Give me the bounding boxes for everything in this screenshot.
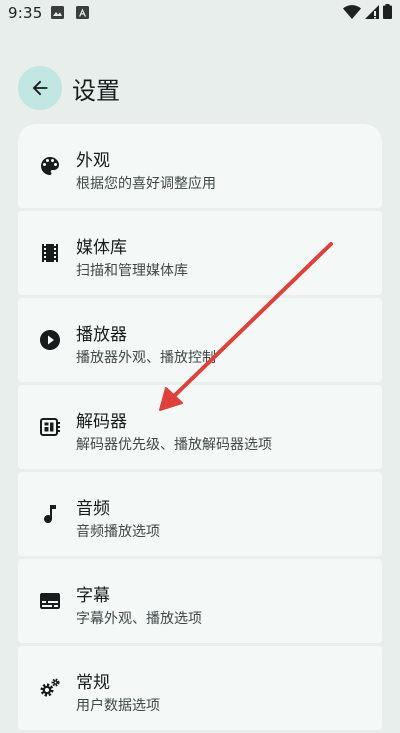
play-circle-icon xyxy=(40,330,60,350)
status-right-icons xyxy=(343,4,392,19)
item-title: 解码器 xyxy=(76,412,127,432)
subtitles-icon xyxy=(40,593,60,609)
item-subtitle: 播放器外观、播放控制 xyxy=(76,350,216,366)
settings-item-player[interactable]: 播放器 播放器外观、播放控制 xyxy=(18,298,382,382)
battery-icon xyxy=(383,4,392,19)
text-a-icon xyxy=(76,6,89,19)
item-title: 外观 xyxy=(76,151,110,171)
music-note-icon xyxy=(44,505,56,524)
arrow-back-icon xyxy=(32,80,48,96)
decoder-chip-icon xyxy=(40,418,60,436)
palette-icon xyxy=(41,157,59,175)
status-time: 9:35 xyxy=(8,4,43,22)
item-subtitle: 根据您的喜好调整应用 xyxy=(76,176,216,192)
item-subtitle: 音频播放选项 xyxy=(76,524,160,540)
film-strip-icon xyxy=(42,244,58,262)
settings-item-media-library[interactable]: 媒体库 扫描和管理媒体库 xyxy=(18,211,382,295)
settings-item-audio[interactable]: 音频 音频播放选项 xyxy=(18,472,382,556)
settings-item-general[interactable]: 常规 用户数据选项 xyxy=(18,646,382,730)
signal-icon xyxy=(365,4,379,19)
settings-list: 外观 根据您的喜好调整应用 媒体库 扫描和管理媒体库 播放器 播放器外观、播放控… xyxy=(18,124,382,733)
settings-item-appearance[interactable]: 外观 根据您的喜好调整应用 xyxy=(18,124,382,208)
item-subtitle: 字幕外观、播放选项 xyxy=(76,611,202,627)
image-icon xyxy=(51,6,64,19)
top-app-bar: 设置 xyxy=(18,66,120,110)
back-button[interactable] xyxy=(18,66,62,110)
item-title: 字幕 xyxy=(76,586,110,606)
wifi-icon xyxy=(343,4,361,19)
item-title: 播放器 xyxy=(76,325,127,345)
item-subtitle: 用户数据选项 xyxy=(76,698,160,714)
gears-icon xyxy=(40,678,60,697)
item-subtitle: 解码器优先级、播放解码器选项 xyxy=(76,437,272,453)
item-title: 常规 xyxy=(76,673,110,693)
item-title: 音频 xyxy=(76,499,110,519)
status-bar: 9:35 xyxy=(0,0,400,28)
item-title: 媒体库 xyxy=(76,238,127,258)
settings-item-subtitles[interactable]: 字幕 字幕外观、播放选项 xyxy=(18,559,382,643)
item-subtitle: 扫描和管理媒体库 xyxy=(76,263,188,279)
page-title: 设置 xyxy=(72,76,120,105)
settings-item-decoder[interactable]: 解码器 解码器优先级、播放解码器选项 xyxy=(18,385,382,469)
